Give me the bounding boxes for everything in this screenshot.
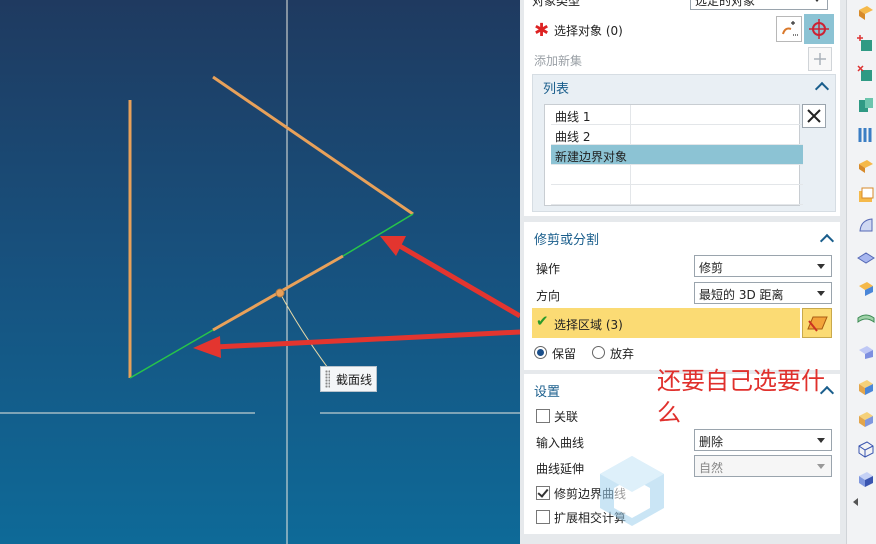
discard-radio[interactable] — [592, 346, 605, 359]
selection-card: 对象类型 选定的对象 ✱ 选择对象 (0) 添加新集 列表 曲线 1 曲线 2 … — [524, 0, 840, 216]
direction-dropdown[interactable]: 最短的 3D 距离 — [694, 282, 832, 304]
select-region-label: 选择区域 (3) — [554, 318, 623, 332]
list-title: 列表 — [543, 82, 570, 97]
viewport-canvas — [0, 0, 520, 544]
annotation-arrow-upper — [380, 236, 520, 319]
graphics-viewport[interactable]: 截面线 — [0, 0, 520, 544]
object-type-dropdown[interactable]: 选定的对象 — [690, 0, 828, 10]
list-item-label: 新建边界对象 — [551, 145, 701, 164]
add-feature-icon[interactable] — [857, 34, 875, 52]
toolbar-scroll-arrow[interactable] — [853, 498, 858, 506]
direction-label: 方向 — [536, 289, 561, 303]
patch-icon[interactable] — [857, 248, 875, 266]
remove-item-button[interactable] — [802, 104, 826, 128]
section-line-tooltip: 截面线 — [320, 366, 377, 392]
block-icon[interactable] — [857, 378, 875, 396]
chamfer-icon[interactable] — [857, 342, 875, 360]
subtract-feature-icon[interactable] — [857, 64, 875, 82]
list-item[interactable] — [551, 185, 803, 205]
settings-title: 设置 — [534, 385, 561, 400]
highlight-segment-lower — [129, 329, 214, 379]
draft-icon[interactable] — [857, 410, 875, 428]
blend-icon[interactable] — [857, 280, 875, 298]
keep-radio-dot — [537, 349, 544, 356]
associative-checkbox[interactable] — [536, 409, 550, 423]
annotation-arrow-lower — [193, 329, 520, 358]
list-item[interactable] — [551, 165, 803, 185]
watermark-cube-icon — [600, 456, 664, 526]
curve-extension-dropdown[interactable]: 自然 — [694, 455, 832, 477]
curve-diagonal-top — [212, 75, 414, 216]
tooltip-grip — [325, 370, 330, 388]
select-object-label: 选择对象 (0) — [554, 24, 623, 38]
required-asterisk: ✱ — [534, 20, 550, 41]
associative-label: 关联 — [554, 410, 579, 424]
trim-split-card: 修剪或分割 操作 修剪 方向 最短的 3D 距离 ✔ 选择区域 (3) 保留 放… — [524, 222, 840, 370]
trim-boundary-checkbox[interactable] — [536, 486, 550, 500]
annotation-text: 还要自己选要什么 — [657, 367, 825, 427]
close-icon — [807, 109, 821, 123]
discard-label: 放弃 — [610, 347, 635, 361]
list-item-label: 曲线 1 — [551, 105, 631, 124]
intersect-feature-icon[interactable] — [857, 96, 875, 114]
selection-point — [275, 288, 285, 298]
add-new-set-button[interactable] — [808, 47, 832, 71]
list-collapse-icon[interactable] — [814, 81, 830, 97]
keep-radio[interactable] — [534, 346, 547, 359]
solid-cube-icon[interactable] — [857, 470, 875, 488]
surface-icon[interactable] — [857, 216, 875, 234]
list-item[interactable]: 曲线 2 — [551, 125, 803, 145]
sweep-icon[interactable] — [857, 126, 875, 144]
wireframe-cube-icon[interactable] — [857, 440, 875, 458]
curve-rule-button[interactable] — [776, 16, 802, 42]
add-set-icon — [814, 53, 826, 65]
select-region-row[interactable]: ✔ 选择区域 (3) — [532, 308, 800, 338]
object-type-label: 对象类型 — [532, 0, 581, 8]
input-curve-dropdown[interactable]: 删除 — [694, 429, 832, 451]
keep-label: 保留 — [552, 347, 577, 361]
operation-label: 操作 — [536, 262, 561, 276]
extend-intersect-checkbox[interactable] — [536, 510, 550, 524]
list-box: 曲线 1 曲线 2 新建边界对象 — [544, 104, 803, 206]
check-icon: ✔ — [536, 312, 549, 330]
right-toolbar — [846, 0, 876, 544]
region-select-icon — [807, 316, 828, 332]
crosshair-icon — [809, 19, 829, 39]
list-item-selected[interactable]: 新建边界对象 — [551, 145, 803, 165]
select-region-button[interactable] — [802, 308, 832, 338]
input-curve-label: 输入曲线 — [536, 436, 585, 450]
shell-icon[interactable] — [857, 186, 875, 204]
tooltip-label: 截面线 — [336, 372, 373, 387]
list-item[interactable]: 曲线 1 — [551, 105, 803, 125]
curve-rule-icon — [782, 21, 798, 36]
add-new-set-label: 添加新集 — [534, 54, 583, 68]
curve-extension-label: 曲线延伸 — [536, 462, 585, 476]
extrude-icon[interactable] — [857, 4, 875, 22]
trim-body-icon[interactable] — [857, 310, 875, 328]
select-object-button[interactable] — [804, 14, 834, 44]
operation-dropdown[interactable]: 修剪 — [694, 255, 832, 277]
trim-split-title: 修剪或分割 — [534, 233, 600, 248]
list-item-label — [551, 185, 631, 204]
offset-face-icon[interactable] — [857, 156, 875, 174]
list-item-label — [551, 165, 631, 184]
trim-split-collapse-icon[interactable] — [819, 233, 835, 249]
trim-dialog-panel: 对象类型 选定的对象 ✱ 选择对象 (0) 添加新集 列表 曲线 1 曲线 2 … — [520, 0, 846, 544]
list-item-label: 曲线 2 — [551, 125, 631, 144]
